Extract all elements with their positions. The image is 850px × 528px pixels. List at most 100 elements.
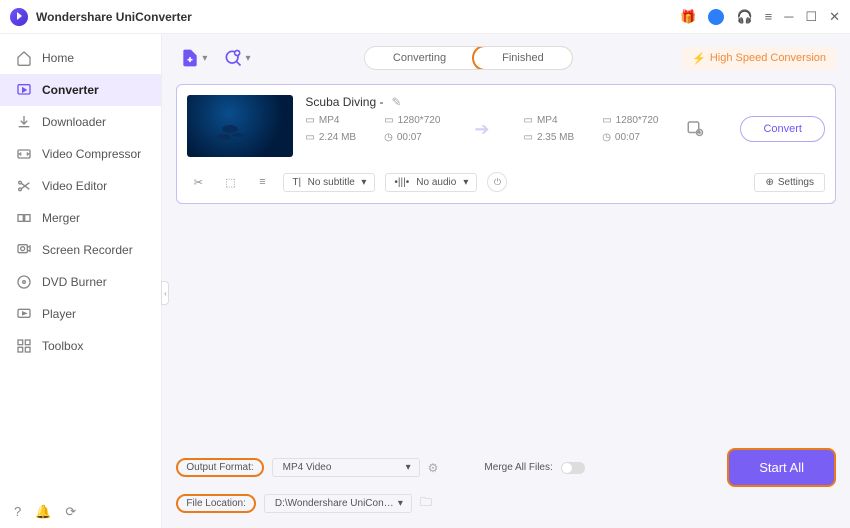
app-title: Wondershare UniConverter (36, 10, 680, 24)
gift-icon[interactable]: 🎁 (680, 9, 696, 25)
disc-icon (16, 274, 32, 290)
app-logo (10, 8, 28, 26)
output-format-value: MP4 Video (283, 462, 332, 473)
sidebar-item-label: Converter (42, 83, 99, 97)
effects-icon[interactable]: ≡ (251, 171, 273, 193)
res-icon: ▭ (602, 115, 611, 126)
merge-toggle[interactable] (561, 462, 585, 474)
scissors-icon (16, 178, 32, 194)
settings-label: Settings (778, 177, 814, 188)
format-icon: ▭ (523, 115, 532, 126)
subtitle-select[interactable]: T|No subtitle▾ (283, 173, 375, 192)
sidebar-item-downloader[interactable]: Downloader (0, 106, 161, 138)
src-size: 2.24 MB (319, 132, 356, 143)
chevron-down-icon: ▾ (202, 53, 207, 64)
download-icon (16, 114, 32, 130)
tab-converting[interactable]: Converting (365, 47, 474, 69)
chevron-down-icon: ▾ (398, 498, 403, 509)
sidebar: Home Converter Downloader Video Compress… (0, 34, 162, 528)
collapse-handle[interactable]: ‹ (161, 281, 169, 305)
add-url-button[interactable]: ▾ (219, 44, 254, 72)
sidebar-item-label: DVD Burner (42, 275, 107, 289)
search-icon: ⊕ (765, 177, 773, 188)
sidebar-item-label: Video Compressor (42, 147, 141, 161)
dst-res: 1280*720 (616, 115, 659, 126)
add-file-icon (180, 48, 200, 68)
sidebar-item-label: Merger (42, 211, 80, 225)
output-format-label: Output Format: (176, 458, 263, 477)
trim-icon[interactable]: ✂ (187, 171, 209, 193)
clock-icon: ◷ (602, 132, 611, 143)
audio-select[interactable]: •|||•No audio▾ (385, 173, 477, 192)
sidebar-item-label: Player (42, 307, 76, 321)
res-icon: ▭ (384, 115, 393, 126)
player-icon (16, 306, 32, 322)
sidebar-item-label: Toolbox (42, 339, 83, 353)
avatar-icon[interactable] (708, 9, 724, 25)
chevron-down-icon: ▾ (406, 462, 411, 473)
sidebar-item-merger[interactable]: Merger (0, 202, 161, 234)
high-speed-button[interactable]: ⚡High Speed Conversion (682, 47, 836, 70)
merger-icon (16, 210, 32, 226)
src-format: MP4 (319, 115, 340, 126)
clock-icon: ◷ (384, 132, 393, 143)
converter-icon (16, 82, 32, 98)
recorder-icon (16, 242, 32, 258)
format-settings-icon[interactable]: ⚙ (428, 461, 439, 475)
sidebar-item-compressor[interactable]: Video Compressor (0, 138, 161, 170)
sidebar-item-converter[interactable]: Converter (0, 74, 161, 106)
compressor-icon (16, 146, 32, 162)
output-format-select[interactable]: MP4 Video ▾ (272, 458, 420, 477)
sidebar-item-recorder[interactable]: Screen Recorder (0, 234, 161, 266)
help-icon[interactable]: ? (14, 504, 21, 520)
size-icon: ▭ (523, 132, 532, 143)
crop-icon[interactable]: ⬚ (219, 171, 241, 193)
tab-finished[interactable]: Finished (472, 46, 573, 70)
sidebar-item-label: Screen Recorder (42, 243, 133, 257)
file-title: Scuba Diving - (305, 95, 383, 109)
info-icon[interactable]: ⏻ (487, 172, 507, 192)
maximize-icon[interactable]: ☐ (805, 9, 817, 25)
src-res: 1280*720 (398, 115, 441, 126)
dst-dur: 00:07 (615, 132, 640, 143)
arrow-right-icon: ➔ (474, 119, 489, 140)
start-all-button[interactable]: Start All (727, 448, 836, 487)
sidebar-item-toolbox[interactable]: Toolbox (0, 330, 161, 362)
chevron-down-icon: ▾ (463, 177, 468, 188)
sidebar-item-player[interactable]: Player (0, 298, 161, 330)
bell-icon[interactable]: 🔔 (35, 504, 51, 520)
video-thumbnail[interactable] (187, 95, 293, 157)
sidebar-item-dvd[interactable]: DVD Burner (0, 266, 161, 298)
sidebar-item-label: Video Editor (42, 179, 107, 193)
edit-icon[interactable]: ✎ (391, 95, 401, 109)
audio-value: No audio (416, 177, 456, 188)
output-settings-icon[interactable] (686, 119, 704, 140)
menu-icon[interactable]: ≡ (765, 9, 773, 24)
file-location-value: D:\Wondershare UniConverter 1 (275, 498, 395, 509)
chevron-down-icon: ▾ (361, 177, 366, 188)
folder-icon[interactable]: 🗀 (420, 493, 432, 514)
convert-button[interactable]: Convert (740, 116, 825, 142)
src-dur: 00:07 (397, 132, 422, 143)
size-icon: ▭ (305, 132, 314, 143)
toolbox-icon (16, 338, 32, 354)
sidebar-item-label: Downloader (42, 115, 106, 129)
merge-label: Merge All Files: (484, 462, 552, 473)
file-location-select[interactable]: D:\Wondershare UniConverter 1▾ (264, 494, 412, 513)
chevron-down-icon: ▾ (245, 53, 250, 64)
add-file-button[interactable]: ▾ (176, 44, 211, 72)
subtitle-value: No subtitle (308, 177, 355, 188)
tab-group: Converting Finished (364, 46, 573, 70)
minimize-icon[interactable]: ─ (784, 9, 793, 24)
sidebar-item-home[interactable]: Home (0, 42, 161, 74)
close-icon[interactable]: ✕ (829, 9, 840, 25)
dst-size: 2.35 MB (537, 132, 574, 143)
sidebar-item-editor[interactable]: Video Editor (0, 170, 161, 202)
add-url-icon (223, 48, 243, 68)
headset-icon[interactable]: 🎧 (736, 9, 752, 25)
settings-button[interactable]: ⊕ Settings (754, 173, 825, 192)
content-area: ▾ ▾ Converting Finished ⚡High Speed Conv… (162, 34, 850, 528)
sync-icon[interactable]: ⟳ (65, 504, 76, 520)
titlebar: Wondershare UniConverter 🎁 🎧 ≡ ─ ☐ ✕ (0, 0, 850, 34)
dst-format: MP4 (537, 115, 558, 126)
